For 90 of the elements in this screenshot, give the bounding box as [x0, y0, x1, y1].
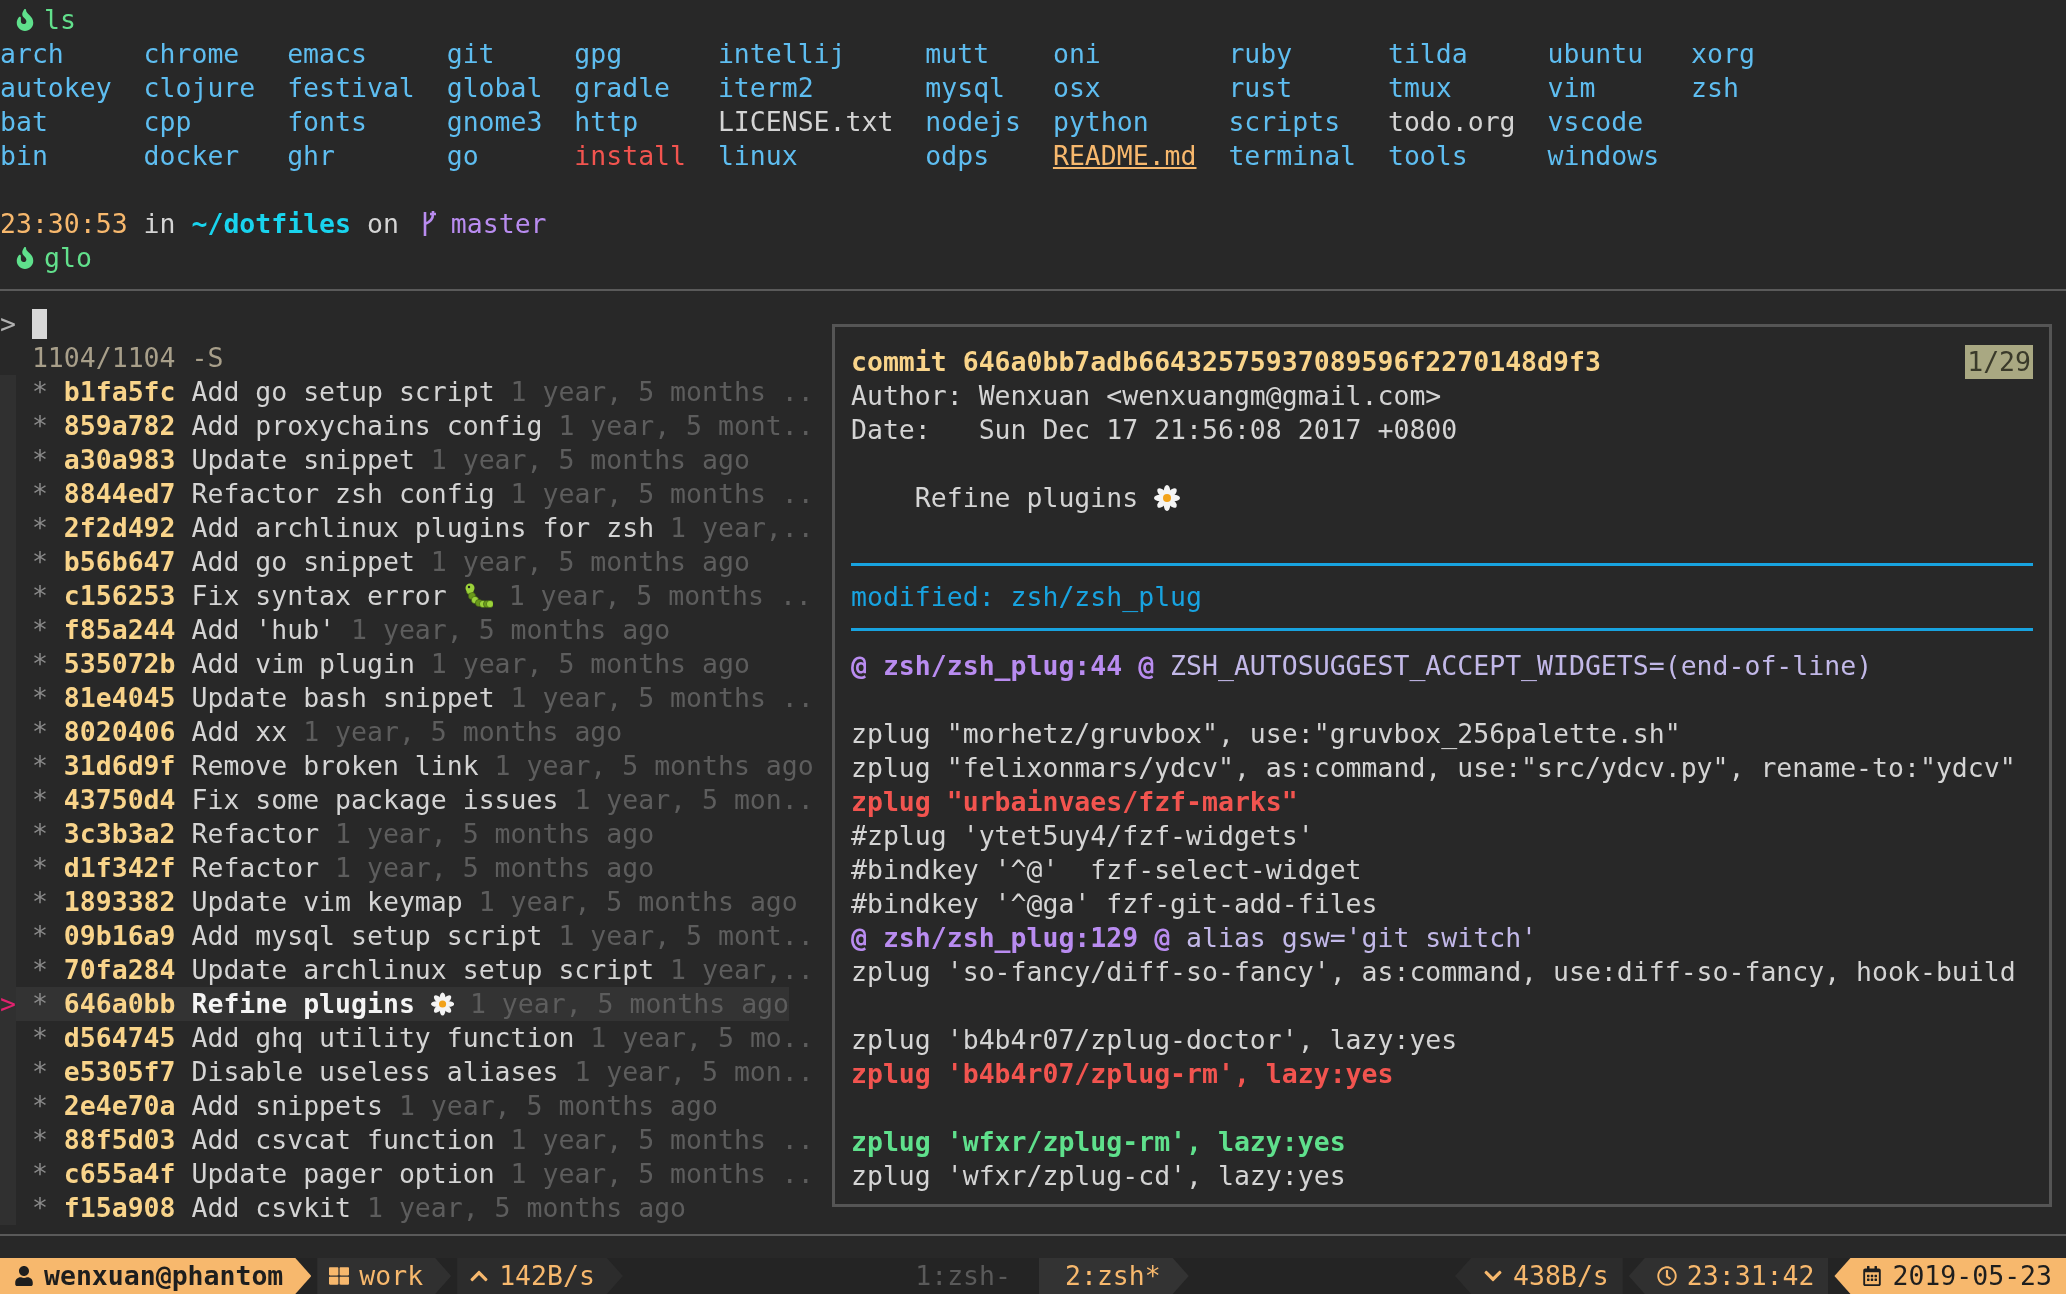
file-name: tmux: [1387, 71, 1452, 105]
file-name: mysql: [925, 71, 1006, 105]
prompt-time: 23:30:53: [0, 207, 128, 241]
file-name: rust: [1228, 71, 1293, 105]
file-name: vim: [1547, 71, 1596, 105]
file-name: fonts: [287, 105, 367, 139]
file-name: gradle: [574, 71, 671, 105]
diff-line: #zplug 'ytet5uy4/fzf-widgets': [851, 819, 1314, 853]
file-name: global: [446, 71, 543, 105]
file-name: gpg: [574, 37, 623, 71]
commit-message: Refine plugins: [914, 481, 1140, 515]
hunk-header: @ zsh/zsh_plug:129 @ alias gsw='git switch': [851, 921, 1538, 955]
file-name: tools: [1387, 139, 1468, 173]
page-counter: 1/29: [1965, 345, 2033, 379]
file-name: python: [1052, 105, 1149, 139]
file-name: arch: [0, 37, 64, 71]
clock-time: 23:31:42: [1686, 1259, 1815, 1293]
file-name: LICENSE.txt: [717, 105, 894, 139]
flame-icon: [14, 247, 36, 269]
diff-line: zplug 'wfxr/zplug-rm', lazy:yes: [851, 1125, 1346, 1159]
file-name: go: [446, 139, 479, 173]
file-name: vscode: [1547, 105, 1644, 139]
file-name: chrome: [143, 37, 240, 71]
file-name: odps: [925, 139, 990, 173]
clock-icon: [1656, 1266, 1677, 1286]
query-prompt: >: [0, 307, 16, 341]
file-name: ghr: [287, 139, 336, 173]
file-name: intellij: [717, 37, 846, 71]
prompt-text: on: [365, 207, 400, 241]
diff-line: zplug "felixonmars/ydcv", as:command, use:"src/ydcv.py", rename-to:"ydcv": [851, 751, 2016, 785]
file-name: ubuntu: [1547, 37, 1644, 71]
diff-line: zplug 'so-fancy/diff-so-fancy', as:command, use:diff-so-fancy, hook-build: [851, 955, 2016, 989]
file-name: scripts: [1228, 105, 1341, 139]
file-name: emacs: [287, 37, 367, 71]
flower-icon: [430, 991, 454, 1017]
file-name: cpp: [143, 105, 192, 139]
file-name: linux: [717, 139, 798, 173]
shell-command: ls: [44, 3, 76, 37]
grid-icon: [329, 1266, 350, 1286]
upload-rate: 142B/s: [499, 1259, 595, 1293]
shell-command: glo: [44, 241, 92, 275]
file-name: clojure: [143, 71, 256, 105]
file-name: git: [446, 37, 495, 71]
file-name: bat: [0, 105, 48, 139]
window-tab[interactable]: 2:zsh*: [1039, 1258, 1189, 1294]
prompt-branch: master: [450, 207, 547, 241]
prompt-text: in: [142, 207, 177, 241]
commit-hash-line: commit 646a0bb7adb66432575937089596f2270148d9f3: [851, 345, 1601, 379]
file-name: festival: [287, 71, 415, 105]
date-line: Date: Sun Dec 17 21:56:08 2017 +0800: [851, 413, 1458, 447]
hunk-header: @ zsh/zsh_plug:44 @ ZSH_AUTOSUGGEST_ACCEPT_WIDGETS=(end-of-line): [851, 649, 1873, 683]
text-cursor[interactable]: [31, 309, 47, 339]
author-line: Author: Wenxuan <wenxuangm@gmail.com>: [851, 379, 1442, 413]
file-name: osx: [1052, 71, 1101, 105]
session-name: work: [359, 1259, 424, 1293]
match-counter: 1104/1104 -S: [31, 341, 224, 375]
file-name: docker: [143, 139, 240, 173]
diff-line: zplug 'b4b4r07/zplug-rm', lazy:yes: [851, 1057, 1394, 1091]
date-text: 2019-05-23: [1892, 1259, 2052, 1293]
diff-line: zplug 'b4b4r07/zplug-doctor', lazy:yes: [851, 1023, 1458, 1057]
file-name: gnome3: [446, 105, 543, 139]
file-name: todo.org: [1387, 105, 1516, 139]
user-host: wenxuan@phantom: [44, 1259, 284, 1293]
file-name: autokey: [0, 71, 112, 105]
diff-line: zplug "urbainvaes/fzf-marks": [851, 785, 1298, 819]
file-name: oni: [1052, 37, 1101, 71]
file-name: http: [574, 105, 639, 139]
diff-line: #bindkey '^@ga' fzf-git-add-files: [851, 887, 1378, 921]
file-name: tilda: [1387, 37, 1468, 71]
prompt-path: ~/dotfiles: [191, 207, 351, 241]
file-name: zsh: [1691, 71, 1739, 105]
flame-icon: [14, 9, 36, 31]
flower-icon: [1154, 485, 1181, 511]
calendar-icon: [1862, 1266, 1883, 1286]
file-name: mutt: [925, 37, 990, 71]
download-rate: 438B/s: [1513, 1259, 1609, 1293]
diff-line: zplug "morhetz/gruvbox", use:"gruvbox_256palette.sh": [851, 717, 1681, 751]
file-name: terminal: [1228, 139, 1357, 173]
file-name: xorg: [1691, 37, 1755, 71]
file-name: bin: [0, 139, 48, 173]
diff-line: #bindkey '^@' fzf-select-widget: [851, 853, 1362, 887]
file-name: install: [574, 139, 686, 173]
file-name: windows: [1547, 139, 1660, 173]
file-name: nodejs: [925, 105, 1022, 139]
diff-line: zplug 'wfxr/zplug-cd', lazy:yes: [851, 1159, 1346, 1193]
file-name: ruby: [1228, 37, 1293, 71]
file-name: README.md: [1052, 139, 1197, 173]
modified-file: modified: zsh/zsh_plug: [851, 580, 1202, 614]
user-icon: [14, 1266, 34, 1286]
file-name: iterm2: [717, 71, 814, 105]
